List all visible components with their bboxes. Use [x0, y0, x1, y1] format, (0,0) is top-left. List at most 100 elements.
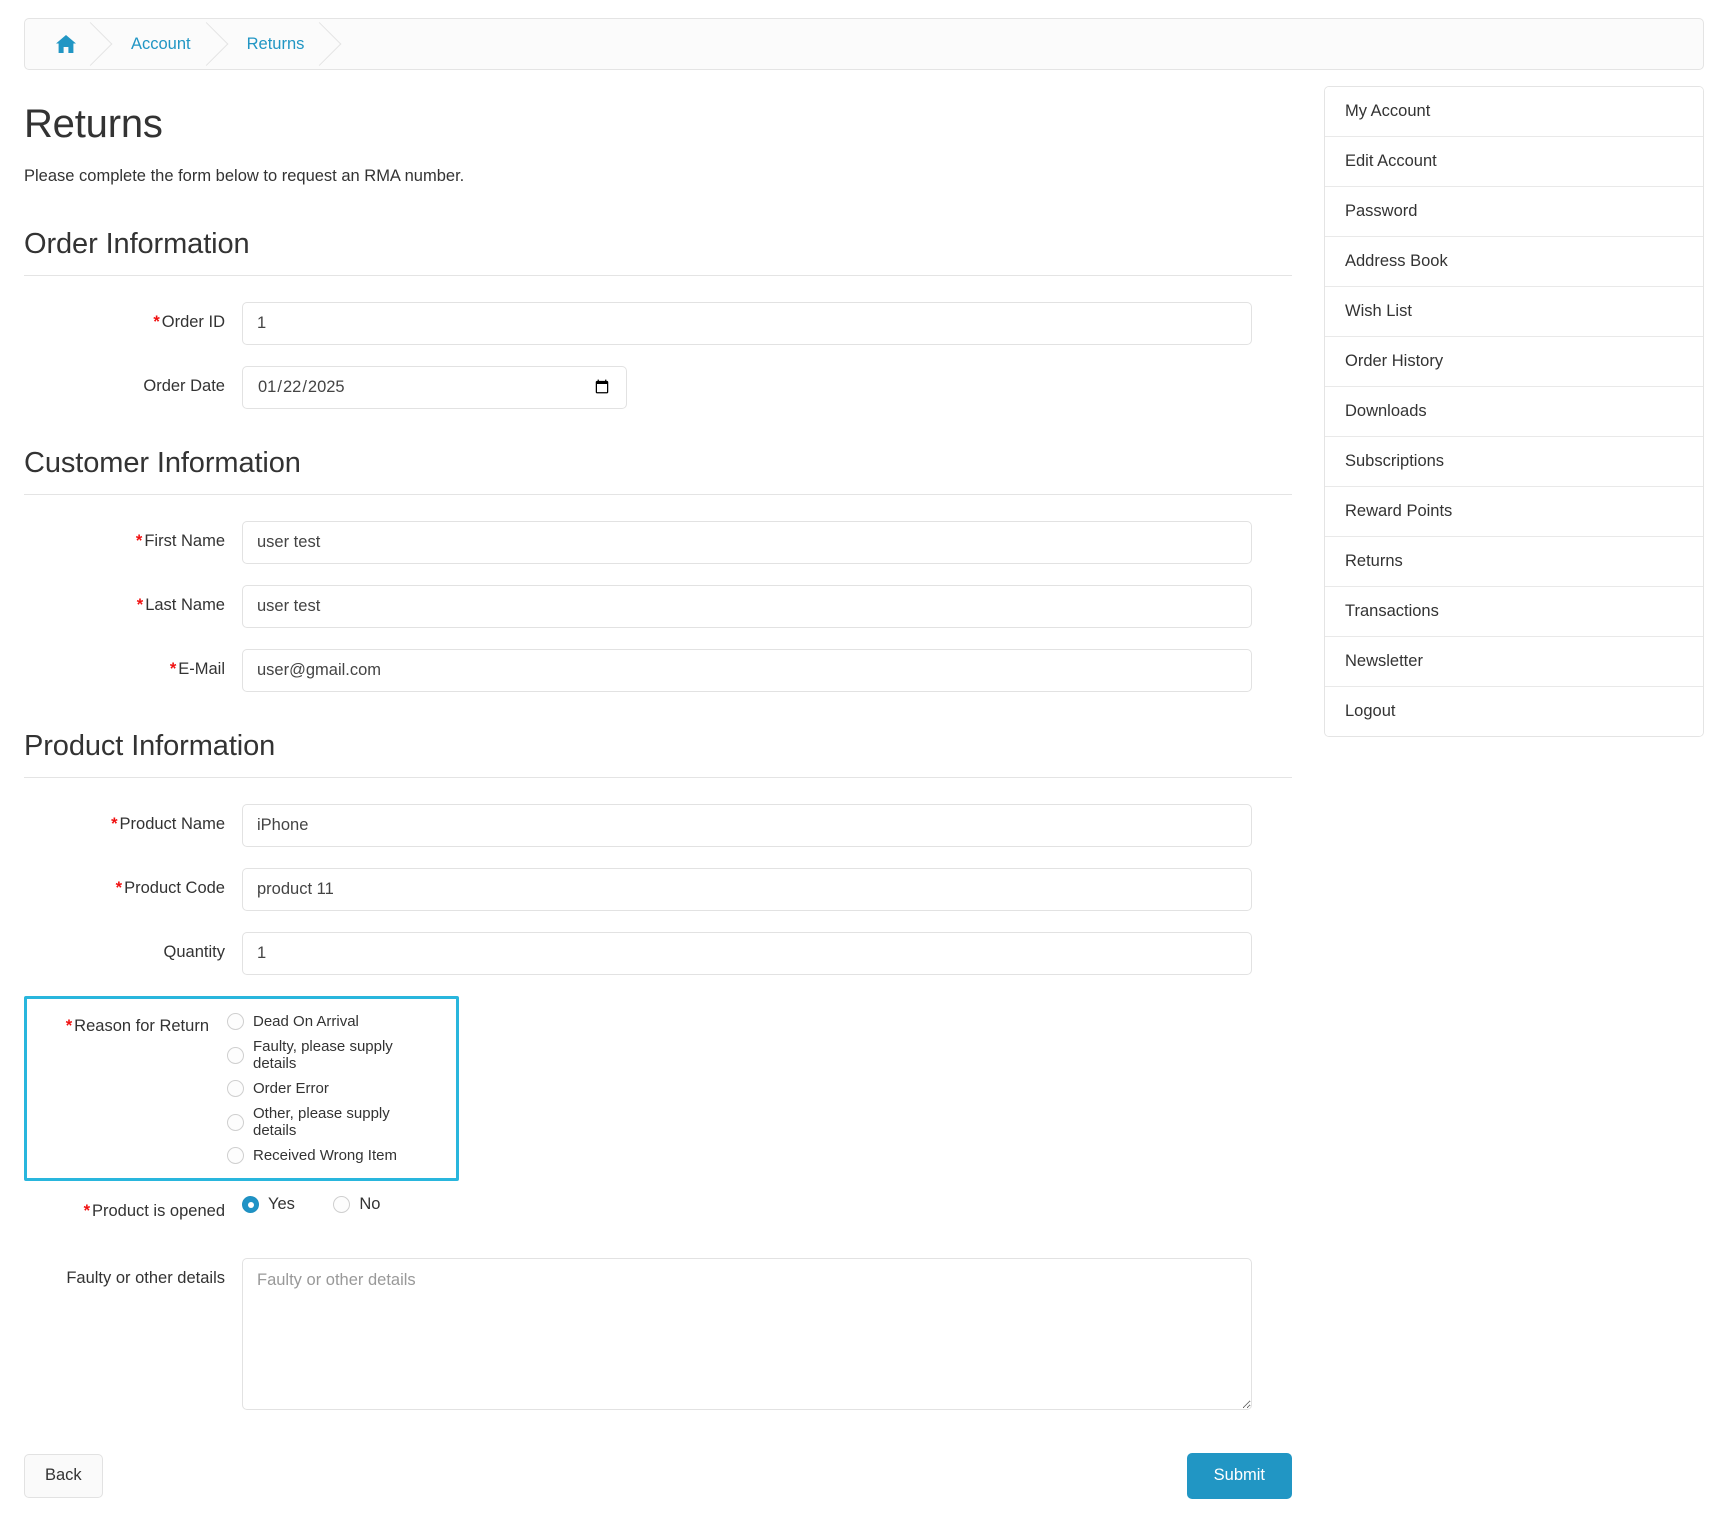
field-email	[242, 649, 1252, 692]
main-columns: Returns Please complete the form below t…	[24, 86, 1704, 1499]
label-text: Faulty or other details	[66, 1269, 225, 1287]
sidebar-item-transactions[interactable]: Transactions	[1325, 587, 1703, 637]
sidebar-item-subscriptions[interactable]: Subscriptions	[1325, 437, 1703, 487]
submit-button[interactable]: Submit	[1186, 1453, 1292, 1499]
reason-option-label: Order Error	[253, 1080, 329, 1097]
sidebar-item-logout[interactable]: Logout	[1325, 687, 1703, 736]
label-faulty-details: Faulty or other details	[24, 1258, 242, 1289]
sidebar-item-returns[interactable]: Returns	[1325, 537, 1703, 587]
reason-option-order-error[interactable]: Order Error	[227, 1080, 432, 1097]
sidebar-item-edit-account[interactable]: Edit Account	[1325, 137, 1703, 187]
quantity-input[interactable]	[242, 932, 1252, 975]
section-heading-customer-information: Customer Information	[24, 447, 301, 479]
reason-for-return-highlight-box: * Reason for Return Dead On Arrival Fault…	[24, 996, 459, 1181]
back-button[interactable]: Back	[24, 1454, 103, 1498]
radio-icon[interactable]	[227, 1046, 244, 1064]
label-product-is-opened: * Product is opened	[24, 1191, 242, 1222]
required-marker: *	[115, 879, 123, 897]
order-date-input[interactable]	[242, 366, 627, 409]
label-text: First Name	[144, 532, 225, 550]
last-name-input[interactable]	[242, 585, 1252, 628]
field-quantity	[242, 932, 1252, 975]
product-name-input[interactable]	[242, 804, 1252, 847]
section-divider	[24, 275, 1292, 276]
form-row-email: * E-Mail	[24, 649, 1292, 692]
breadcrumb-item-account[interactable]: Account	[105, 19, 221, 69]
form-row-reason-for-return: * Reason for Return Dead On Arrival Fault…	[24, 996, 1292, 1181]
opened-option-no[interactable]: No	[333, 1195, 380, 1214]
field-product-name	[242, 804, 1252, 847]
label-text: Order Date	[143, 377, 225, 395]
label-order-date: Order Date	[24, 366, 242, 397]
reason-for-return-radio-group: Dead On Arrival Faulty, please supply de…	[227, 1013, 432, 1164]
radio-icon[interactable]	[227, 1080, 244, 1097]
main-content: Returns Please complete the form below t…	[24, 86, 1292, 1499]
radio-icon[interactable]	[227, 1113, 244, 1131]
reason-option-label: Faulty, please supply details	[253, 1038, 393, 1072]
form-row-faulty-details: Faulty or other details	[24, 1258, 1292, 1415]
sidebar-item-newsletter[interactable]: Newsletter	[1325, 637, 1703, 687]
opened-option-yes[interactable]: Yes	[242, 1195, 295, 1214]
breadcrumb-item-returns[interactable]: Returns	[221, 19, 335, 69]
page-intro: Please complete the form below to reques…	[24, 167, 465, 185]
page-container: Account Returns Returns Please complete …	[0, 0, 1728, 1523]
product-is-opened-radio-group: Yes No	[242, 1191, 414, 1224]
field-last-name	[242, 585, 1252, 628]
field-product-code	[242, 868, 1252, 911]
form-row-first-name: * First Name	[24, 521, 1292, 564]
label-text: Reason for Return	[74, 1017, 209, 1035]
home-icon	[55, 34, 77, 54]
label-first-name: * First Name	[24, 521, 242, 552]
opened-option-label: Yes	[268, 1195, 295, 1213]
required-marker: *	[65, 1017, 73, 1035]
email-input[interactable]	[242, 649, 1252, 692]
sidebar-item-reward-points[interactable]: Reward Points	[1325, 487, 1703, 537]
radio-icon[interactable]	[227, 1013, 244, 1030]
section-heading-product-information: Product Information	[24, 730, 276, 762]
radio-icon[interactable]	[227, 1147, 244, 1164]
label-text: Quantity	[163, 943, 225, 961]
reason-option-label: Other, please supply details	[253, 1105, 390, 1139]
form-row-product-name: * Product Name	[24, 804, 1292, 847]
account-sidebar-list: My Account Edit Account Password Address…	[1324, 86, 1704, 737]
faulty-details-textarea[interactable]	[242, 1258, 1252, 1410]
label-email: * E-Mail	[24, 649, 242, 680]
label-text: E-Mail	[178, 660, 225, 678]
reason-option-other[interactable]: Other, please supply details	[227, 1105, 432, 1139]
label-text: Product Name	[119, 815, 225, 833]
account-sidebar: My Account Edit Account Password Address…	[1324, 86, 1704, 737]
opened-option-label: No	[359, 1195, 381, 1213]
required-marker: *	[169, 660, 177, 678]
section-heading-order-information: Order Information	[24, 228, 250, 260]
sidebar-item-my-account[interactable]: My Account	[1325, 87, 1703, 137]
section-divider	[24, 494, 1292, 495]
label-product-code: * Product Code	[24, 868, 242, 899]
breadcrumb-label: Returns	[246, 34, 305, 53]
reason-option-faulty[interactable]: Faulty, please supply details	[227, 1038, 432, 1072]
product-code-input[interactable]	[242, 868, 1252, 911]
sidebar-item-password[interactable]: Password	[1325, 187, 1703, 237]
sidebar-item-address-book[interactable]: Address Book	[1325, 237, 1703, 287]
reason-option-received-wrong-item[interactable]: Received Wrong Item	[227, 1147, 432, 1164]
breadcrumb-label: Account	[131, 34, 191, 53]
sidebar-item-wish-list[interactable]: Wish List	[1325, 287, 1703, 337]
label-reason-for-return: * Reason for Return	[27, 1013, 227, 1036]
form-row-product-code: * Product Code	[24, 868, 1292, 911]
sidebar-item-order-history[interactable]: Order History	[1325, 337, 1703, 387]
field-faulty-details	[242, 1258, 1252, 1415]
radio-icon[interactable]	[333, 1196, 351, 1213]
form-row-order-id: * Order ID	[24, 302, 1292, 345]
field-first-name	[242, 521, 1252, 564]
label-product-name: * Product Name	[24, 804, 242, 835]
page-title: Returns	[24, 102, 163, 146]
radio-icon[interactable]	[242, 1196, 259, 1213]
first-name-input[interactable]	[242, 521, 1252, 564]
field-order-id	[242, 302, 1252, 345]
order-id-input[interactable]	[242, 302, 1252, 345]
breadcrumb-home-link[interactable]	[25, 19, 105, 69]
reason-option-dead-on-arrival[interactable]: Dead On Arrival	[227, 1013, 432, 1030]
sidebar-item-downloads[interactable]: Downloads	[1325, 387, 1703, 437]
label-last-name: * Last Name	[24, 585, 242, 616]
label-quantity: Quantity	[24, 932, 242, 963]
required-marker: *	[111, 815, 118, 833]
